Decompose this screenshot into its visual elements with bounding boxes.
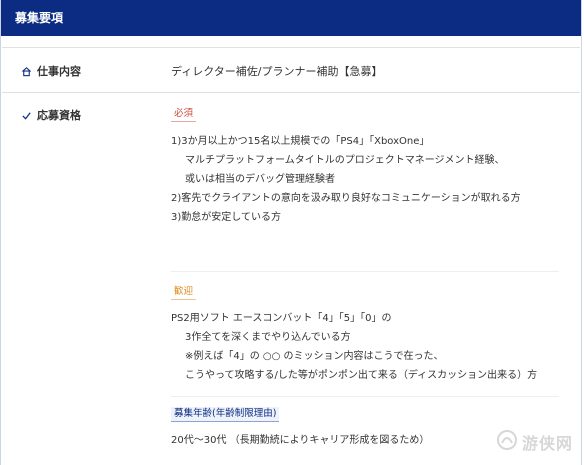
watermark-text: 游侠网 [521,434,573,453]
recruitment-panel: 募集要項 仕事内容 ディレクター補佐/プランナー補助【急募】 応募資格 必須 1… [0,0,582,465]
age-tag: 募集年齢(年齢制限理由) [171,407,280,422]
welcome-tag: 歓迎 [171,285,197,300]
check-icon [21,110,32,121]
age-value: 20代〜30代 （長期勤続によりキャリア形成を図るため） [171,435,430,446]
job-label-text: 仕事内容 [37,65,81,78]
welcome-line: PS2用ソフト エースコンバット「4」「5」「0」の [171,313,392,324]
divider [2,47,580,48]
job-value: ディレクター補佐/プランナー補助【急募】 [171,65,383,78]
divider [2,92,580,93]
qualifications-label: 応募資格 [21,107,81,123]
required-line: 3)勤怠が安定している方 [171,212,281,223]
welcome-line: こうやって攻略する/した等がポンポン出て来る（ディスカッション出来る）方 [185,370,538,381]
watermark: 游侠网 [496,429,573,455]
job-label: 仕事内容 [21,63,81,79]
house-icon [21,66,32,77]
watermark-icon [496,429,518,455]
panel-header: 募集要項 [1,0,581,36]
section-divider [171,396,559,397]
section-divider [171,271,559,272]
panel-title: 募集要項 [15,11,64,25]
welcome-line: 3作全てを深くまでやり込んでいる方 [185,332,351,343]
required-line: マルチプラットフォームタイトルのプロジェクトマネージメント経験、 [185,155,505,166]
required-tag: 必須 [171,107,197,122]
required-line: 或いは相当のデバッグ管理経験者 [185,174,335,185]
qualifications-label-text: 応募資格 [37,109,81,122]
welcome-line: ※例えば「4」の ○○ のミッション内容はこうで在った、 [185,351,444,362]
required-line: 2)客先でクライアントの意向を汲み取り良好なコミュニケーションが取れる方 [171,193,521,204]
required-line: 1)3か月以上かつ15名以上規模での「PS4」「XboxOne」 [171,136,430,147]
